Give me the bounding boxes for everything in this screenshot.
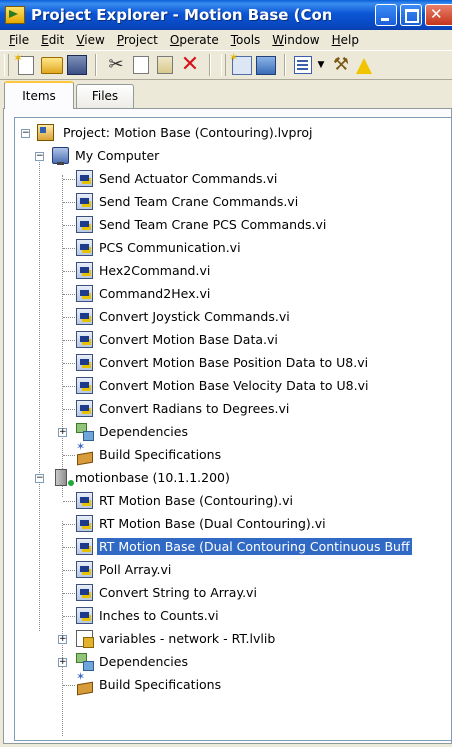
tree-node-label: variables - network - RT.lvlib	[99, 631, 276, 646]
menu-edit[interactable]: Edit	[35, 33, 70, 47]
build-specifications-icon	[76, 670, 93, 693]
vi-icon	[76, 561, 93, 578]
close-button[interactable]	[425, 4, 452, 26]
tree-connector	[62, 175, 63, 497]
menu-view[interactable]: View	[70, 33, 110, 47]
vi-icon	[76, 584, 93, 601]
vi-icon	[76, 331, 93, 348]
vi-icon	[76, 170, 93, 187]
toolbar: ✂ ✕ ▼ ⚒	[0, 50, 452, 80]
view-list-icon[interactable]	[294, 56, 312, 74]
toolbar-grip[interactable]	[4, 54, 9, 76]
build-icon[interactable]	[256, 55, 276, 75]
build-specifications-icon	[76, 440, 93, 463]
tree-node-label: Poll Array.vi	[99, 562, 172, 577]
labview-app-icon[interactable]	[5, 6, 25, 24]
tree-node-label: Convert Motion Base Position Data to U8.…	[99, 355, 369, 370]
tree-node-label: Inches to Counts.vi	[99, 608, 219, 623]
tree-node-label: Send Actuator Commands.vi	[99, 171, 278, 186]
cut-icon[interactable]: ✂	[105, 54, 127, 76]
tree-node-label: My Computer	[75, 148, 160, 163]
vi-icon	[76, 285, 93, 302]
library-icon	[76, 630, 94, 648]
window-title: Project Explorer - Motion Base (Cont...	[31, 6, 331, 24]
vi-icon	[76, 538, 93, 555]
tree-node-label: RT Motion Base (Dual Contouring Continuo…	[97, 538, 412, 555]
menu-operate[interactable]: Operate	[164, 33, 225, 47]
menu-window[interactable]: Window	[266, 33, 325, 47]
title-bar[interactable]: Project Explorer - Motion Base (Cont...	[0, 0, 452, 30]
toolbar-separator	[284, 54, 286, 76]
warning-icon[interactable]	[356, 58, 372, 74]
expand-icon[interactable]: +	[58, 635, 67, 644]
vi-icon	[76, 377, 93, 394]
menu-help[interactable]: Help	[326, 33, 365, 47]
project-icon	[37, 124, 54, 141]
tab-panel: − Project: Motion Base (Contouring).lvpr…	[3, 108, 452, 744]
toolbar-grip[interactable]	[221, 54, 226, 76]
tree-node-label: Send Team Crane PCS Commands.vi	[99, 217, 327, 232]
tree-node-label: Convert Motion Base Velocity Data to U8.…	[99, 378, 369, 393]
paste-icon[interactable]	[157, 56, 173, 74]
vi-icon	[76, 354, 93, 371]
expand-icon[interactable]: +	[58, 658, 67, 667]
new-icon[interactable]	[13, 51, 34, 75]
tree-node-label: Hex2Command.vi	[99, 263, 211, 278]
open-folder-icon[interactable]	[41, 56, 63, 74]
collapse-icon[interactable]: −	[21, 129, 30, 138]
tree-node-label: Build Specifications	[99, 447, 222, 462]
menu-bar: File Edit View Project Operate Tools Win…	[0, 30, 452, 50]
vi-icon	[76, 193, 93, 210]
tree-node-label: Convert Motion Base Data.vi	[99, 332, 278, 347]
tree-node-label: Project: Motion Base (Contouring).lvproj	[63, 125, 313, 140]
computer-icon	[52, 147, 69, 165]
tree-node-label: Build Specifications	[99, 677, 222, 692]
tree-node-label: Convert String to Array.vi	[99, 585, 257, 600]
tree-node-label: motionbase (10.1.1.200)	[75, 470, 230, 485]
menu-tools[interactable]: Tools	[225, 33, 267, 47]
vi-icon	[76, 239, 93, 256]
vi-icon	[76, 262, 93, 279]
tab-strip: Items Files	[0, 80, 452, 109]
wrench-icon[interactable]: ⚒	[330, 54, 352, 76]
chevron-down-icon[interactable]: ▼	[316, 54, 326, 76]
menu-project[interactable]: Project	[111, 33, 164, 47]
tab-items[interactable]: Items	[4, 81, 74, 109]
vi-icon	[76, 308, 93, 325]
tree-node-label: Dependencies	[99, 654, 188, 669]
dependencies-icon	[76, 423, 94, 441]
dependencies-icon	[76, 653, 94, 671]
collapse-icon[interactable]: −	[35, 474, 44, 483]
tree-node-label: RT Motion Base (Dual Contouring).vi	[99, 516, 326, 531]
toolbar-separator	[209, 54, 211, 76]
collapse-icon[interactable]: −	[35, 152, 44, 161]
tree-node-label: PCS Communication.vi	[99, 240, 241, 255]
vi-icon	[76, 216, 93, 233]
tab-files[interactable]: Files	[76, 84, 134, 108]
save-all-icon[interactable]	[67, 55, 87, 75]
add-file-icon[interactable]	[229, 51, 252, 75]
maximize-button[interactable]	[400, 4, 422, 26]
tree-node-label: Send Team Crane Commands.vi	[99, 194, 299, 209]
vi-icon	[76, 607, 93, 624]
project-tree[interactable]: − Project: Motion Base (Contouring).lvpr…	[14, 117, 452, 741]
tree-node-label: Command2Hex.vi	[99, 286, 211, 301]
copy-icon[interactable]	[133, 56, 149, 74]
tree-node-label: Convert Radians to Degrees.vi	[99, 401, 290, 416]
tree-node-label: Dependencies	[99, 424, 188, 439]
tree-connector	[62, 521, 63, 736]
tree-node-label: Convert Joystick Commands.vi	[99, 309, 290, 324]
expand-icon[interactable]: +	[58, 428, 67, 437]
delete-icon[interactable]: ✕	[179, 54, 201, 76]
vi-icon	[76, 400, 93, 417]
toolbar-separator	[95, 54, 97, 76]
minimize-button[interactable]	[375, 4, 397, 26]
vi-icon	[76, 515, 93, 532]
tree-connector	[39, 153, 40, 631]
tree-node-label: RT Motion Base (Contouring).vi	[99, 493, 293, 508]
menu-file[interactable]: File	[3, 33, 35, 47]
vi-icon	[76, 492, 93, 509]
rt-target-icon	[55, 469, 74, 486]
